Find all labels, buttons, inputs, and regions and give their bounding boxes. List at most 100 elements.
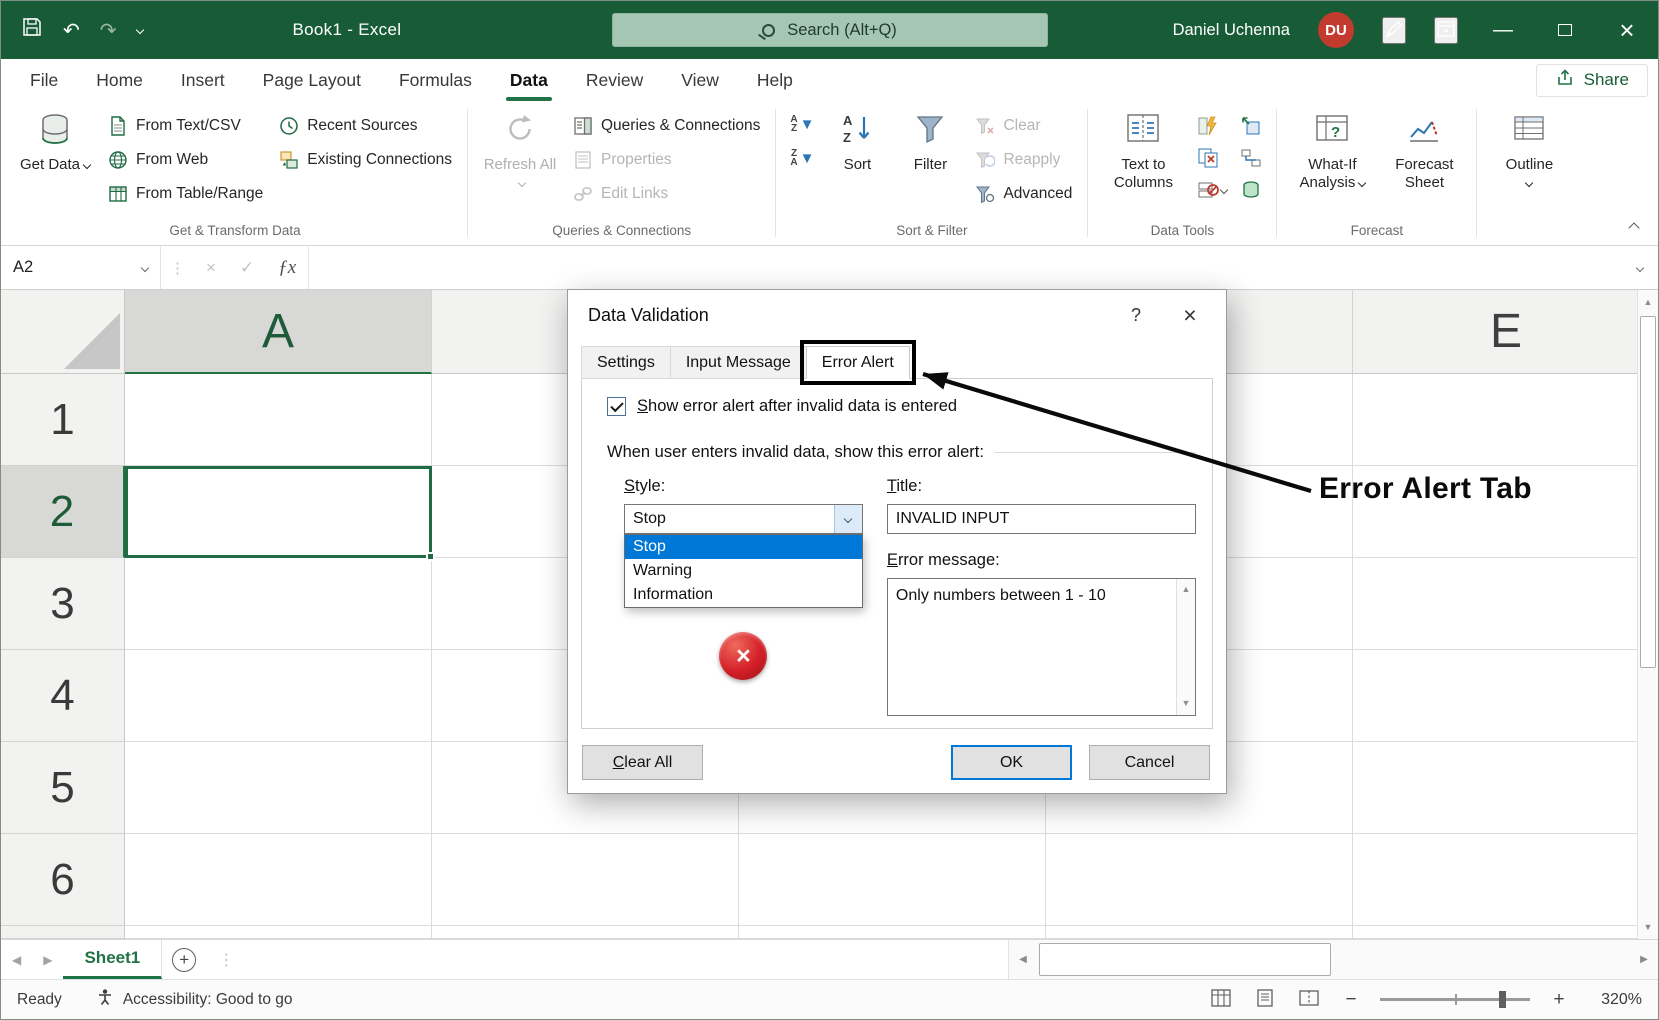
zoom-slider-thumb[interactable] <box>1499 991 1506 1008</box>
horizontal-scroll-track[interactable] <box>1037 940 1630 979</box>
row-header-3[interactable]: 3 <box>1 558 125 650</box>
scroll-down-icon[interactable]: ▼ <box>1182 698 1191 710</box>
horizontal-scroll-thumb[interactable] <box>1039 943 1331 976</box>
filter-button[interactable]: Filter <box>895 104 965 176</box>
from-table-range-button[interactable]: From Table/Range <box>101 181 269 207</box>
zoom-out-button[interactable]: − <box>1340 989 1362 1011</box>
clear-filter-button[interactable]: Clear <box>968 113 1078 139</box>
option-warning[interactable]: Warning <box>625 559 862 583</box>
cell[interactable] <box>1046 834 1353 926</box>
sort-ascending-button[interactable]: AZ ▼ <box>785 113 819 135</box>
zoom-in-button[interactable]: + <box>1548 989 1570 1011</box>
flash-fill-button[interactable] <box>1192 113 1232 139</box>
row-header-5[interactable]: 5 <box>1 742 125 834</box>
option-information[interactable]: Information <box>625 583 862 607</box>
tab-view[interactable]: View <box>662 59 738 101</box>
scroll-down-button[interactable]: ▼ <box>1638 915 1658 939</box>
previous-sheet-button[interactable]: ◀ <box>1 940 32 979</box>
forecast-sheet-button[interactable]: Forecast Sheet <box>1381 104 1467 195</box>
tab-review[interactable]: Review <box>567 59 662 101</box>
avatar[interactable]: DU <box>1318 12 1354 48</box>
maximize-button[interactable] <box>1548 13 1582 47</box>
accessibility-status[interactable]: Accessibility: Good to go <box>96 988 293 1011</box>
cell[interactable] <box>125 558 432 650</box>
collapse-ribbon-button[interactable] <box>1630 220 1638 235</box>
tab-formulas[interactable]: Formulas <box>380 59 491 101</box>
consolidate-button[interactable] <box>1235 113 1267 139</box>
edit-links-button[interactable]: Edit Links <box>566 181 766 207</box>
what-if-analysis-button[interactable]: ? What-If Analysis <box>1286 104 1378 195</box>
cell[interactable] <box>1046 926 1353 939</box>
outline-button[interactable]: Outline <box>1486 104 1572 188</box>
row-header-2[interactable]: 2 <box>1 466 125 558</box>
customize-qat-button[interactable] <box>137 27 143 33</box>
tab-input-message[interactable]: Input Message <box>670 346 807 379</box>
cell[interactable] <box>125 926 432 939</box>
horizontal-scrollbar[interactable]: ◀ ▶ <box>1008 940 1658 979</box>
row-header-6[interactable]: 6 <box>1 834 125 926</box>
cancel-button[interactable]: Cancel <box>1089 745 1210 780</box>
row-header-partial[interactable] <box>1 926 125 939</box>
cell[interactable] <box>432 926 739 939</box>
textarea-scrollbar[interactable]: ▲ ▼ <box>1176 579 1195 715</box>
formula-input[interactable] <box>308 246 1622 289</box>
relationships-button[interactable] <box>1235 145 1267 171</box>
cell[interactable] <box>432 834 739 926</box>
undo-button[interactable]: ↶ <box>63 18 80 43</box>
data-validation-button[interactable] <box>1192 177 1232 203</box>
vertical-scroll-thumb[interactable] <box>1640 316 1656 668</box>
option-stop[interactable]: Stop <box>625 535 862 559</box>
reapply-filter-button[interactable]: Reapply <box>968 147 1078 173</box>
redo-button[interactable]: ↷ <box>100 18 117 43</box>
cell[interactable] <box>1353 558 1658 650</box>
tab-data[interactable]: Data <box>491 59 567 101</box>
get-data-button[interactable]: Get Data <box>12 104 98 176</box>
cancel-entry-button[interactable]: × <box>194 246 228 289</box>
cell[interactable] <box>1353 650 1658 742</box>
zoom-level[interactable]: 320% <box>1588 991 1642 1009</box>
minimize-button[interactable]: — <box>1486 13 1520 47</box>
alert-title-input[interactable]: INVALID INPUT <box>887 504 1196 534</box>
show-error-alert-checkbox[interactable]: Show error alert after invalid data is e… <box>607 397 1196 416</box>
row-header-1[interactable]: 1 <box>1 374 125 466</box>
combobox-dropdown-button[interactable] <box>834 505 862 533</box>
remove-duplicates-button[interactable] <box>1192 145 1232 171</box>
from-text-csv-button[interactable]: From Text/CSV <box>101 113 269 139</box>
cell[interactable] <box>125 374 432 466</box>
cell[interactable] <box>1353 374 1658 466</box>
advanced-filter-button[interactable]: Advanced <box>968 181 1078 207</box>
sheet-tab-sheet1[interactable]: Sheet1 <box>63 940 162 979</box>
fill-handle[interactable] <box>426 552 435 561</box>
name-box[interactable]: A2 <box>1 246 161 289</box>
from-web-button[interactable]: From Web <box>101 147 269 173</box>
cell[interactable] <box>1353 926 1658 939</box>
row-header-4[interactable]: 4 <box>1 650 125 742</box>
scroll-up-icon[interactable]: ▲ <box>1182 584 1191 596</box>
cell[interactable] <box>739 834 1046 926</box>
cell[interactable] <box>125 742 432 834</box>
cell[interactable] <box>1353 834 1658 926</box>
ok-button[interactable]: OK <box>951 745 1072 780</box>
dialog-close-button[interactable]: × <box>1174 302 1206 329</box>
vertical-scrollbar[interactable]: ▲ ▼ <box>1637 290 1658 939</box>
cell[interactable] <box>1353 742 1658 834</box>
scroll-left-button[interactable]: ◀ <box>1009 940 1037 979</box>
vertical-scroll-track[interactable] <box>1638 314 1658 915</box>
tab-insert[interactable]: Insert <box>162 59 244 101</box>
insert-function-button[interactable]: ƒx <box>266 246 308 289</box>
search-box[interactable]: Search (Alt+Q) <box>612 13 1048 47</box>
selected-cell-a2[interactable] <box>125 466 432 558</box>
recent-sources-button[interactable]: Recent Sources <box>272 113 458 139</box>
next-sheet-button[interactable]: ▶ <box>32 940 63 979</box>
text-to-columns-button[interactable]: Text to Columns <box>1097 104 1189 195</box>
page-layout-view-button[interactable] <box>1252 988 1278 1012</box>
sort-descending-button[interactable]: ZA ▼ <box>785 147 819 169</box>
select-all-corner[interactable] <box>1 290 125 374</box>
properties-button[interactable]: Properties <box>566 147 766 173</box>
tab-error-alert[interactable]: Error Alert <box>806 346 910 379</box>
column-header-a[interactable]: A <box>125 290 432 374</box>
cell[interactable] <box>125 834 432 926</box>
cell[interactable] <box>739 926 1046 939</box>
cell[interactable] <box>125 650 432 742</box>
share-button[interactable]: Share <box>1536 64 1648 97</box>
